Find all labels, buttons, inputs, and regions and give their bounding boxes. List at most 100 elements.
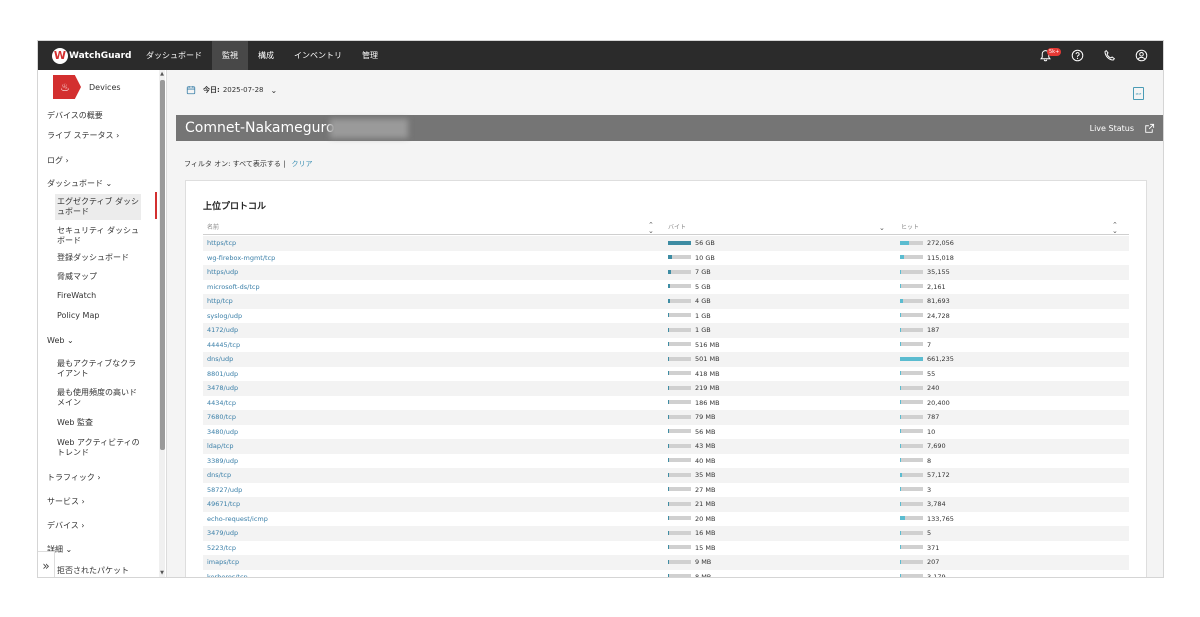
protocol-name-link[interactable]: 7680/tcp — [207, 413, 236, 421]
sidebar-item-11[interactable]: 最もアクティブなクライアント — [57, 359, 143, 379]
clear-filter-link[interactable]: クリア — [291, 160, 312, 168]
protocol-name-link[interactable]: wg-firebox-mgmt/tcp — [207, 254, 275, 262]
sidebar-item-15[interactable]: トラフィック › — [47, 472, 101, 483]
hits-bar — [900, 342, 901, 346]
hits-bar — [900, 458, 901, 462]
hits-bar-track — [900, 313, 923, 317]
protocol-name-link[interactable]: dns/udp — [207, 355, 233, 363]
sidebar-item-8[interactable]: FireWatch — [57, 291, 143, 301]
protocol-name-link[interactable]: 4172/udp — [207, 326, 238, 334]
bytes-bar — [668, 327, 669, 332]
pdf-export-icon[interactable]: PDF — [1133, 87, 1144, 100]
protocol-name-link[interactable]: ldap/tcp — [207, 442, 233, 450]
sidebar-item-7[interactable]: 脅威マップ — [57, 272, 143, 282]
sidebar-scrollbar-thumb[interactable] — [160, 80, 165, 450]
bytes-value: 7 GB — [695, 268, 711, 276]
support-phone-button[interactable] — [1093, 41, 1125, 70]
sidebar-item-5[interactable]: セキュリティ ダッシュボード — [57, 226, 143, 246]
expand-sidebar-button[interactable]: » — [38, 551, 55, 577]
protocol-name-link[interactable]: 3478/udp — [207, 384, 238, 392]
watchguard-logo[interactable]: W WatchGuard — [52, 47, 131, 64]
protocol-name-link[interactable]: https/udp — [207, 268, 238, 276]
sidebar-item-19[interactable]: 拒否されたパケット — [57, 566, 143, 576]
user-account-button[interactable] — [1125, 41, 1157, 70]
hits-value: 207 — [927, 558, 940, 566]
protocol-name-link[interactable]: 44445/tcp — [207, 341, 240, 349]
nav-item-1[interactable]: 監視 — [212, 41, 248, 70]
sidebar-item-0[interactable]: デバイスの概要 — [47, 110, 103, 121]
notifications-button[interactable]: 5k+ — [1029, 41, 1062, 70]
sidebar-header[interactable]: ♨ Devices — [53, 75, 166, 99]
sidebar-item-16[interactable]: サービス › — [47, 496, 85, 507]
top-protocols-panel: 上位プロトコル 名前 ⌃ ⌄ バイト ⌄ ヒット ⌃ ⌄ https/tcp 56 G… — [185, 180, 1147, 578]
bytes-value: 15 MB — [695, 543, 716, 552]
protocol-name-link[interactable]: 3480/udp — [207, 428, 238, 436]
bytes-value: 1 GB — [695, 311, 711, 320]
date-value: 2025-07-28 — [222, 86, 264, 94]
hits-value: 35,155 — [927, 268, 950, 276]
table-row: dns/udp 501 MB 661,235 — [203, 352, 1129, 367]
hits-value: 7,690 — [927, 442, 946, 450]
table-row: echo-request/icmp 20 MB 133,765 — [203, 512, 1129, 527]
sidebar-item-12[interactable]: 最も使用頻度の高いドメイン — [57, 388, 143, 408]
bytes-bar-track — [668, 530, 691, 535]
sidebar-item-9[interactable]: Policy Map — [57, 311, 143, 321]
protocol-name-link[interactable]: echo-request/icmp — [207, 515, 268, 523]
sidebar-item-6[interactable]: 登録ダッシュボード — [57, 253, 143, 263]
sidebar-item-4[interactable]: エグゼクティブ ダッシュボード — [55, 194, 141, 220]
sort-bytes-desc-icon[interactable]: ⌄ — [879, 225, 885, 232]
date-selector[interactable]: 今日: 2025-07-28 ⌄ — [186, 85, 277, 95]
device-title-bar: Comnet-Nakameguro Live Status — [176, 115, 1163, 141]
protocol-name-link[interactable]: kerberos/tcp — [207, 573, 248, 578]
column-header-hits[interactable]: ヒット — [901, 222, 919, 231]
column-header-name[interactable]: 名前 — [207, 222, 219, 231]
hits-value: 55 — [927, 369, 936, 378]
hits-bar-track — [900, 487, 923, 491]
hits-bar — [900, 530, 901, 535]
hits-bar — [900, 472, 903, 477]
sidebar-item-1[interactable]: ライブ ステータス › — [47, 130, 119, 141]
protocol-name-link[interactable]: https/tcp — [207, 239, 236, 247]
sidebar-item-17[interactable]: デバイス › — [47, 520, 85, 531]
nav-item-2[interactable]: 構成 — [248, 41, 284, 70]
hits-bar-track — [900, 269, 923, 274]
hits-bar — [900, 443, 901, 448]
table-row: 44445/tcp 516 MB 7 — [203, 338, 1129, 353]
protocol-name-link[interactable]: 8801/udp — [207, 370, 238, 378]
bytes-value: 79 MB — [695, 413, 716, 421]
hits-value: 187 — [927, 326, 940, 334]
protocol-name-link[interactable]: 58727/udp — [207, 486, 242, 494]
bytes-bar-track — [668, 472, 691, 477]
help-button[interactable] — [1061, 41, 1093, 70]
protocol-name-link[interactable]: microsoft-ds/tcp — [207, 283, 260, 291]
protocol-name-link[interactable]: imaps/tcp — [207, 558, 239, 566]
protocol-name-link[interactable]: syslog/udp — [207, 312, 242, 320]
sidebar-item-14[interactable]: Web アクティビティのトレンド — [57, 438, 143, 458]
bytes-value: 10 GB — [695, 253, 715, 262]
sort-hits-icon[interactable]: ⌃ ⌄ — [1112, 222, 1118, 235]
nav-item-4[interactable]: 管理 — [352, 41, 388, 70]
nav-item-0[interactable]: ダッシュボード — [136, 41, 212, 70]
live-status-link[interactable]: Live Status — [1090, 115, 1155, 141]
protocol-name-link[interactable]: http/tcp — [207, 297, 233, 305]
hits-bar — [900, 516, 905, 520]
scroll-up-icon[interactable]: ▲ — [159, 71, 165, 79]
sidebar-item-2[interactable]: ログ › — [47, 155, 69, 166]
bytes-value: 4 GB — [695, 297, 711, 305]
protocol-name-link[interactable]: 5223/tcp — [207, 544, 236, 552]
bytes-value: 43 MB — [695, 442, 716, 450]
scroll-down-icon[interactable]: ▼ — [159, 570, 165, 577]
protocol-name-link[interactable]: dns/tcp — [207, 471, 231, 479]
protocol-name-link[interactable]: 4434/tcp — [207, 399, 236, 407]
sort-name-icon[interactable]: ⌃ ⌄ — [648, 222, 654, 235]
column-header-bytes[interactable]: バイト — [668, 222, 686, 231]
bytes-bar — [668, 342, 669, 346]
sidebar-item-10[interactable]: Web ⌄ — [47, 336, 74, 345]
protocol-name-link[interactable]: 3479/udp — [207, 529, 238, 537]
hits-value: 661,235 — [927, 355, 954, 363]
protocol-name-link[interactable]: 3389/udp — [207, 457, 238, 465]
sidebar-item-3[interactable]: ダッシュボード ⌄ — [47, 178, 112, 189]
sidebar-item-13[interactable]: Web 監査 — [57, 418, 143, 428]
nav-item-3[interactable]: インベントリ — [284, 41, 352, 70]
protocol-name-link[interactable]: 49671/tcp — [207, 500, 240, 508]
